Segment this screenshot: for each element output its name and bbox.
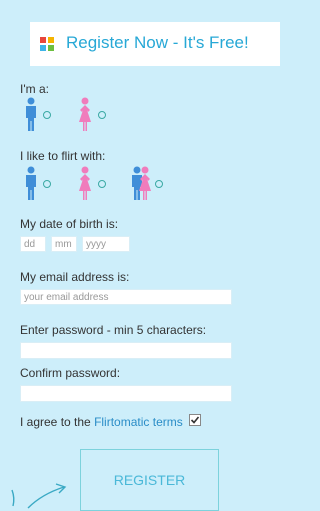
flirt-option-men[interactable] bbox=[23, 166, 55, 200]
dob-day-input[interactable] bbox=[20, 236, 46, 252]
confirm-password-input[interactable] bbox=[20, 385, 232, 402]
gender-female-radio[interactable] bbox=[98, 111, 106, 119]
confirm-password-label: Confirm password: bbox=[20, 366, 121, 380]
dob-month-input[interactable] bbox=[51, 236, 77, 252]
flirt-both-radio[interactable] bbox=[155, 180, 163, 188]
female-figure-icon bbox=[79, 166, 91, 200]
checkmark-icon bbox=[190, 416, 200, 424]
agree-terms-text: I agree to the Flirtomatic terms bbox=[20, 415, 183, 429]
agree-terms-checkbox[interactable] bbox=[189, 414, 201, 426]
password-label: Enter password - min 5 characters: bbox=[20, 323, 207, 337]
flirt-option-women[interactable] bbox=[77, 166, 109, 200]
dob-label: My date of birth is: bbox=[20, 217, 119, 231]
register-button[interactable]: REGISTER bbox=[80, 449, 219, 511]
email-label: My email address is: bbox=[20, 270, 130, 284]
password-input[interactable] bbox=[20, 342, 232, 359]
banner-title: Register Now - It's Free! bbox=[66, 33, 249, 52]
couple-figure-icon bbox=[132, 166, 151, 200]
email-input[interactable] bbox=[20, 289, 232, 305]
four-squares-logo-icon bbox=[40, 37, 54, 51]
dob-year-input[interactable] bbox=[82, 236, 130, 252]
flirt-women-radio[interactable] bbox=[98, 180, 106, 188]
gender-male-radio[interactable] bbox=[43, 111, 51, 119]
flirt-men-radio[interactable] bbox=[43, 180, 51, 188]
arrow-icon bbox=[11, 483, 67, 509]
gender-label: I'm a: bbox=[20, 82, 49, 96]
female-figure-icon bbox=[79, 97, 91, 131]
gender-option-male[interactable] bbox=[23, 97, 55, 131]
terms-link[interactable]: Flirtomatic terms bbox=[94, 415, 183, 429]
gender-option-female[interactable] bbox=[77, 97, 109, 131]
male-figure-icon bbox=[26, 97, 36, 131]
agree-prefix: I agree to the bbox=[20, 415, 95, 429]
flirt-option-both[interactable] bbox=[130, 166, 166, 200]
male-figure-icon bbox=[26, 166, 36, 200]
register-banner: Register Now - It's Free! bbox=[30, 22, 280, 66]
flirt-label: I like to flirt with: bbox=[20, 149, 106, 163]
